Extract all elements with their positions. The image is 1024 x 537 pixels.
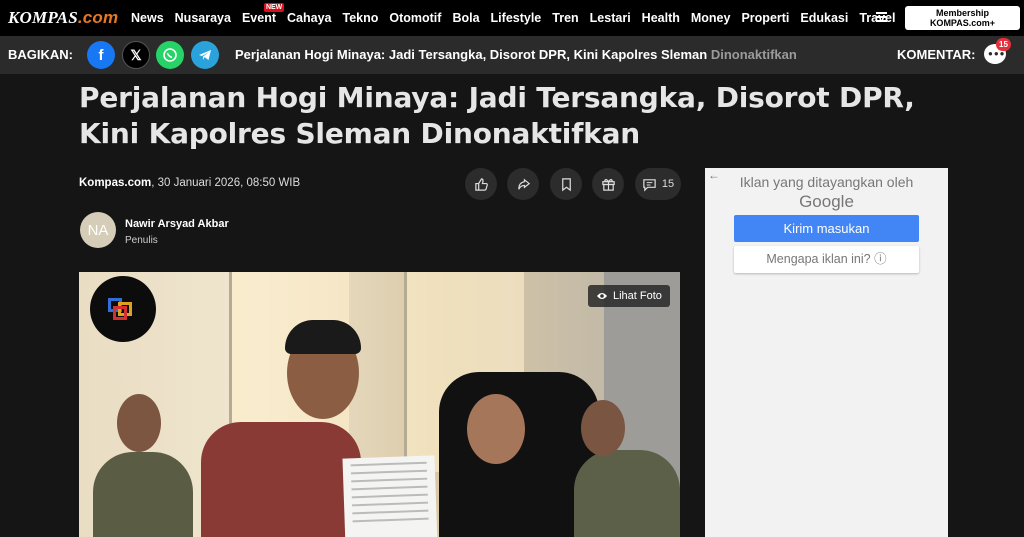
share-label: BAGIKAN: <box>8 47 73 62</box>
logo-suffix: .com <box>77 8 119 27</box>
nav-link-tren[interactable]: Tren <box>552 11 578 25</box>
author-role: Penulis <box>125 235 158 246</box>
like-button[interactable] <box>465 168 497 200</box>
article-photo[interactable]: Lihat Foto <box>79 272 680 537</box>
why-this-ad-button[interactable]: Mengapa iklan ini? ⓘ <box>734 246 919 273</box>
nav-link-lestari[interactable]: Lestari <box>590 11 631 25</box>
ad-panel: ← Iklan yang ditayangkan oleh Google Kir… <box>705 168 948 537</box>
comment-count: 15 <box>661 178 675 190</box>
comment-icon <box>643 178 656 192</box>
share-article-title: Perjalanan Hogi Minaya: Jadi Tersangka, … <box>235 47 797 62</box>
ad-disclosure-text: Iklan yang ditayangkan oleh <box>739 174 914 190</box>
bookmark-icon <box>561 177 571 191</box>
nav-link-event[interactable]: Event NEW <box>241 3 285 25</box>
nav-link-lifestyle[interactable]: Lifestyle <box>491 11 542 25</box>
whatsapp-icon[interactable] <box>156 41 184 69</box>
nav-link-tekno[interactable]: Tekno <box>342 11 378 25</box>
main-menu: News Nusaraya Event NEW Cahaya Tekno Otom… <box>131 0 906 36</box>
gift-button[interactable] <box>592 168 624 200</box>
nav-link-money[interactable]: Money <box>691 11 731 25</box>
nav-link-news[interactable]: News <box>131 11 164 25</box>
document-paper <box>342 455 438 537</box>
hamburger-menu-icon[interactable] <box>876 12 887 23</box>
telegram-icon[interactable] <box>191 41 219 69</box>
facebook-icon[interactable]: f <box>87 41 115 69</box>
nav-link-bola[interactable]: Bola <box>452 11 479 25</box>
share-icon <box>517 178 530 189</box>
article-date: , 30 Januari 2026, 08:50 WIB <box>151 177 301 189</box>
comment-label: KOMENTAR: <box>897 47 976 62</box>
bookmark-button[interactable] <box>550 168 582 200</box>
nav-link-otomotif[interactable]: Otomotif <box>389 11 441 25</box>
info-icon: ⓘ <box>874 252 887 266</box>
membership-line1: Membership <box>935 8 989 18</box>
thumbs-up-icon <box>474 177 488 191</box>
share-title-faded: Dinonaktifkan <box>710 47 797 62</box>
guard-right <box>574 450 680 537</box>
why-this-ad-label: Mengapa iklan ini? <box>766 252 871 266</box>
eye-icon <box>597 293 607 299</box>
view-photo-label: Lihat Foto <box>613 290 662 302</box>
new-badge: NEW <box>263 3 285 12</box>
nav-link-properti[interactable]: Properti <box>741 11 789 25</box>
guard-left <box>93 452 193 537</box>
article-headline: Perjalanan Hogi Minaya: Jadi Tersangka, … <box>79 81 915 150</box>
channel-logo-badge <box>90 276 156 342</box>
comment-count-badge: 15 <box>996 38 1011 51</box>
comments-button[interactable]: 15 <box>635 168 681 200</box>
nav-link-nusaraya[interactable]: Nusaraya <box>175 11 231 25</box>
x-icon[interactable]: 𝕏 <box>122 41 150 69</box>
share-bar: BAGIKAN: f 𝕏 Perjalanan Hogi Minaya: Jad… <box>0 36 1024 74</box>
kompas-logo[interactable]: KOMPAS.com <box>8 8 118 28</box>
logo-main: KOMPAS <box>8 8 78 27</box>
gift-icon <box>601 178 615 191</box>
view-photo-button[interactable]: Lihat Foto <box>588 285 670 307</box>
man-batik-shirt <box>201 422 361 537</box>
nav-link-edukasi[interactable]: Edukasi <box>800 11 848 25</box>
top-navbar: KOMPAS.com News Nusaraya Event NEW Cahaya… <box>0 0 1024 36</box>
send-feedback-button[interactable]: Kirim masukan <box>734 215 919 242</box>
article-meta: Kompas.com, 30 Januari 2026, 08:50 WIB <box>79 177 300 189</box>
nav-link-event-label: Event <box>241 11 276 25</box>
share-title-main: Perjalanan Hogi Minaya: Jadi Tersangka, … <box>235 47 711 62</box>
nav-link-health[interactable]: Health <box>642 11 680 25</box>
membership-line2: KOMPAS.com+ <box>929 18 996 28</box>
nav-link-cahaya[interactable]: Cahaya <box>287 11 331 25</box>
membership-button[interactable]: Membership KOMPAS.com+ <box>905 6 1020 30</box>
share-button[interactable] <box>507 168 539 200</box>
google-label: Google <box>799 192 854 211</box>
author-avatar[interactable]: NA <box>80 212 116 248</box>
author-name[interactable]: Nawir Arsyad Akbar <box>125 218 229 230</box>
article-source: Kompas.com <box>79 177 152 189</box>
